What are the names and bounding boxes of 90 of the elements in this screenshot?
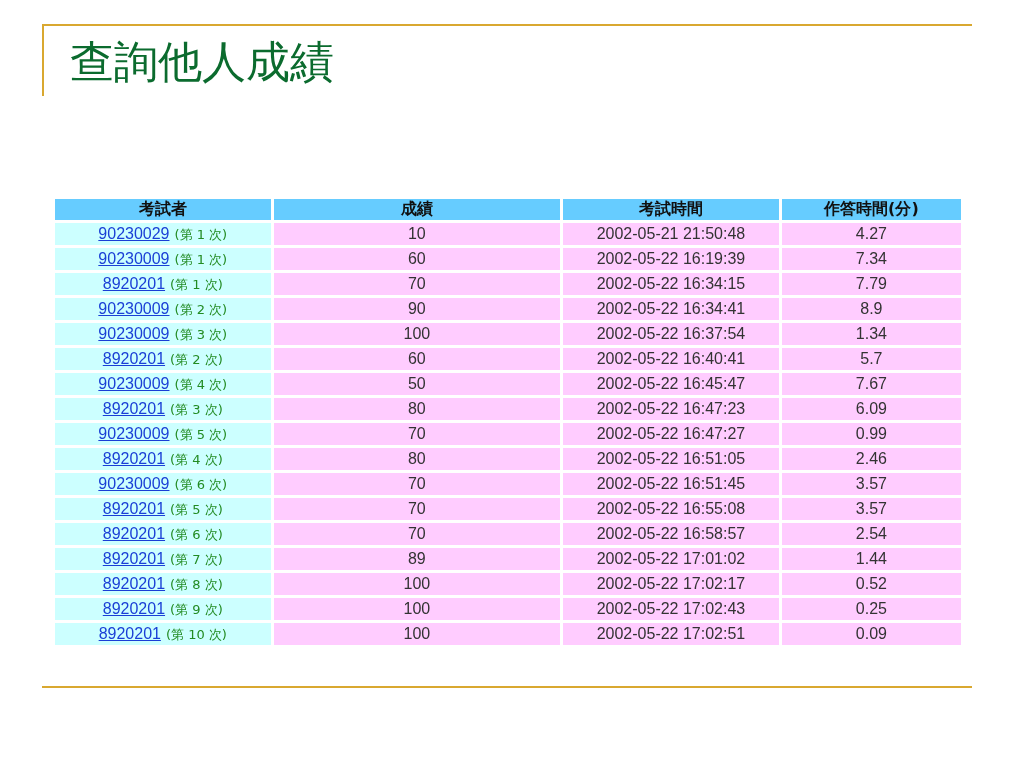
slide-title: 查詢他人成績: [70, 38, 334, 87]
table-cell: 2002-05-22 16:47:23: [563, 398, 779, 420]
table-cell: 2002-05-22 16:47:27: [563, 423, 779, 445]
table-cell: 2002-05-22 16:37:54: [563, 323, 779, 345]
column-header: 成績: [273, 199, 561, 220]
attempt-label: (第 6 次): [174, 476, 228, 492]
attempt-label: (第 1 次): [174, 226, 228, 242]
attempt-label: (第 4 次): [170, 451, 223, 467]
table-cell: 100: [273, 623, 561, 645]
attempt-label: (第 8 次): [170, 576, 223, 592]
table-cell: 70: [273, 423, 561, 445]
examinee-link[interactable]: 90230009: [98, 474, 170, 492]
table-cell: 2002-05-22 16:40:41: [563, 348, 779, 370]
table-cell: 0.52: [781, 573, 961, 595]
table-cell: 2002-05-22 16:55:08: [563, 498, 779, 520]
attempt-label: (第 2 次): [174, 301, 228, 317]
table-cell: 60: [273, 248, 561, 270]
attempt-label: (第 3 次): [174, 326, 228, 342]
attempt-label: (第 7 次): [170, 551, 223, 567]
table-cell: 2002-05-22 16:19:39: [563, 248, 779, 270]
examinee-link[interactable]: 8920201: [102, 349, 166, 367]
examinee-link[interactable]: 8920201: [102, 574, 166, 592]
table-cell: 2002-05-22 16:34:41: [563, 298, 779, 320]
table-cell: 70: [273, 523, 561, 545]
table-cell: 2002-05-22 16:58:57: [563, 523, 779, 545]
attempt-label: (第 1 次): [174, 251, 228, 267]
table-cell: 6.09: [781, 398, 961, 420]
examinee-link[interactable]: 90230029: [98, 224, 170, 242]
attempt-label: (第 6 次): [170, 526, 223, 542]
examinee-link[interactable]: 90230009: [98, 249, 170, 267]
column-header: 考試時間: [563, 199, 779, 220]
table-cell: 70: [273, 498, 561, 520]
table-cell: 8.9: [781, 298, 961, 320]
examinee-link[interactable]: 8920201: [102, 274, 166, 292]
attempt-label: (第 5 次): [174, 426, 228, 442]
attempt-label: (第 3 次): [170, 401, 223, 417]
table-cell: 7.79: [781, 273, 961, 295]
table-cell: 89: [273, 548, 561, 570]
table-cell: 4.27: [781, 223, 961, 245]
table-cell: 1.34: [781, 323, 961, 345]
table-cell: 100: [273, 323, 561, 345]
column-header: 考試者: [55, 199, 271, 220]
table-cell: 3.57: [781, 498, 961, 520]
examinee-link[interactable]: 90230009: [98, 424, 170, 442]
attempt-label: (第 5 次): [170, 501, 223, 517]
table-cell: 10: [273, 223, 561, 245]
table-cell: 2002-05-22 17:02:17: [563, 573, 779, 595]
table-cell: 7.67: [781, 373, 961, 395]
table-cell: 80: [273, 448, 561, 470]
table-cell: 2002-05-21 21:50:48: [563, 223, 779, 245]
table-cell: 0.99: [781, 423, 961, 445]
examinee-link[interactable]: 8920201: [102, 524, 166, 542]
attempt-label: (第 10 次): [165, 626, 227, 642]
table-cell: 90: [273, 298, 561, 320]
table-cell: 70: [273, 273, 561, 295]
examinee-link[interactable]: 8920201: [102, 549, 166, 567]
attempt-label: (第 9 次): [170, 601, 223, 617]
examinee-link[interactable]: 8920201: [102, 449, 166, 467]
table-cell: 2002-05-22 17:02:43: [563, 598, 779, 620]
table-cell: 2002-05-22 16:45:47: [563, 373, 779, 395]
table-cell: 50: [273, 373, 561, 395]
table-cell: 2002-05-22 16:51:45: [563, 473, 779, 495]
table-cell: 0.09: [781, 623, 961, 645]
attempt-label: (第 1 次): [170, 276, 223, 292]
examinee-link[interactable]: 8920201: [102, 499, 166, 517]
table-cell: 7.34: [781, 248, 961, 270]
table-cell: 100: [273, 573, 561, 595]
attempt-label: (第 2 次): [170, 351, 223, 367]
table-cell: 70: [273, 473, 561, 495]
table-cell: 0.25: [781, 598, 961, 620]
table-cell: 2.46: [781, 448, 961, 470]
table-cell: 1.44: [781, 548, 961, 570]
table-cell: 2002-05-22 16:51:05: [563, 448, 779, 470]
table-cell: 3.57: [781, 473, 961, 495]
table-cell: 80: [273, 398, 561, 420]
examinee-link[interactable]: 90230009: [98, 374, 170, 392]
column-header: 作答時間(分): [781, 199, 961, 220]
examinee-link[interactable]: 8920201: [98, 624, 161, 642]
examinee-link[interactable]: 8920201: [102, 399, 166, 417]
table-cell: 5.7: [781, 348, 961, 370]
table-cell: 60: [273, 348, 561, 370]
attempt-label: (第 4 次): [174, 376, 228, 392]
table-cell: 100: [273, 598, 561, 620]
examinee-link[interactable]: 90230009: [98, 324, 170, 342]
examinee-link[interactable]: 90230009: [98, 299, 170, 317]
examinee-link[interactable]: 8920201: [102, 599, 166, 617]
table-cell: 2002-05-22 17:01:02: [563, 548, 779, 570]
table-cell: 2002-05-22 16:34:15: [563, 273, 779, 295]
table-cell: 2.54: [781, 523, 961, 545]
table-cell: 2002-05-22 17:02:51: [563, 623, 779, 645]
